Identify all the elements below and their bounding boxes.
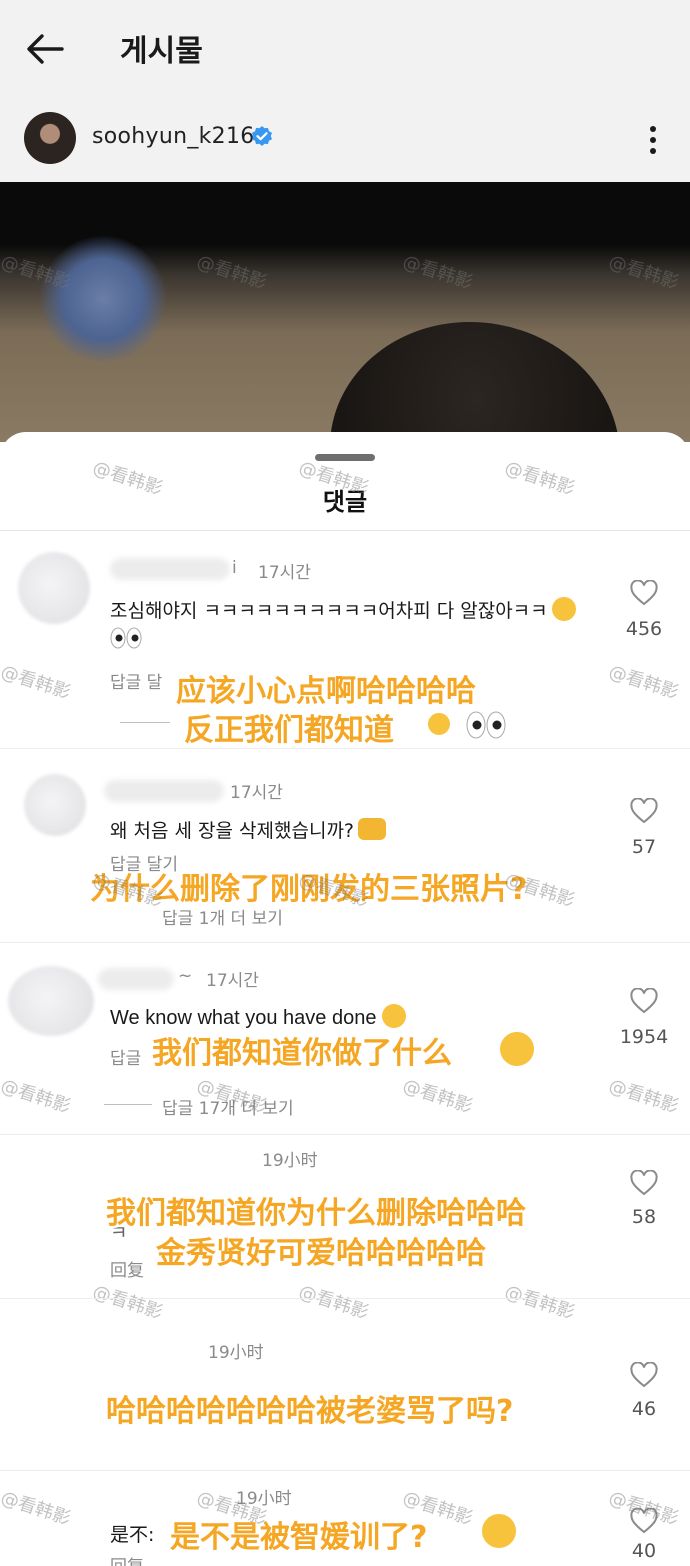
comment-name-fragment: i <box>232 558 237 578</box>
heart-icon[interactable] <box>630 798 658 824</box>
comment-text-line: 왜 처음 세 장을 삭제했습니까? <box>110 820 355 842</box>
tears-of-joy-emoji <box>498 1030 536 1068</box>
like-count: 46 <box>631 1398 657 1420</box>
person-silhouette <box>330 322 620 442</box>
translation-caption: 反正我们都知道 <box>184 713 394 748</box>
heart-icon[interactable] <box>630 1170 658 1196</box>
commenter-name-blurred <box>110 558 230 580</box>
eyes-emoji <box>466 710 506 744</box>
author-username[interactable]: soohyun_k216 <box>92 124 255 149</box>
heart-icon[interactable] <box>630 580 658 606</box>
more-vertical-icon <box>650 126 656 154</box>
reply-button[interactable]: 回复 <box>110 1552 144 1566</box>
translation-caption: 哈哈哈哈哈哈哈被老婆骂了吗? <box>106 1394 514 1429</box>
comment-text: 왜 처음 세 장을 삭제했습니까? <box>110 816 387 843</box>
commenter-name-blurred <box>104 780 224 802</box>
reply-button[interactable]: 回复 <box>110 1256 144 1281</box>
tears-of-joy-emoji <box>382 1004 407 1028</box>
like-count: 40 <box>631 1540 657 1562</box>
translation-caption: 我们都知道你做了什么 <box>152 1036 452 1071</box>
like-count: 1954 <box>619 1026 669 1048</box>
comment-text: 조심해야지 ㅋㅋㅋㅋㅋㅋㅋㅋㅋㅋ어차피 다 알잖아ㅋㅋ <box>110 596 576 623</box>
like-count: 456 <box>625 618 663 640</box>
comment-text-fragment: 是不: <box>110 1524 155 1546</box>
like-count: 58 <box>631 1206 657 1228</box>
divider <box>0 942 690 943</box>
comment-time: 19小时 <box>262 1151 318 1171</box>
verified-badge-icon <box>252 126 272 146</box>
like-count: 57 <box>631 836 657 858</box>
comment-text-line: 조심해야지 ㅋㅋㅋㅋㅋㅋㅋㅋㅋㅋ어차피 다 알잖아ㅋㅋ <box>110 600 548 622</box>
comment-time: 17시간 <box>206 971 259 991</box>
comment-time: 17시간 <box>230 783 283 803</box>
post-image[interactable] <box>0 182 690 442</box>
commenter-avatar[interactable] <box>24 774 86 836</box>
post-author-row: soohyun_k216 <box>0 108 690 170</box>
back-button[interactable] <box>22 24 72 74</box>
comment-text: We know what you have done <box>110 1004 407 1030</box>
reply-button[interactable]: 답글 <box>110 1044 141 1069</box>
replies-line <box>120 722 170 723</box>
divider <box>0 1470 690 1471</box>
laughing-emoji <box>426 711 452 737</box>
eyes-emoji <box>110 626 142 654</box>
commenter-name-blurred <box>98 968 174 990</box>
translation-caption: 金秀贤好可爱哈哈哈哈哈 <box>156 1236 486 1271</box>
page-title: 게시물 <box>120 34 203 69</box>
more-options-button[interactable] <box>640 120 666 160</box>
replies-line <box>104 1104 152 1105</box>
divider <box>0 530 690 531</box>
translation-caption: 是不是被智媛训了? <box>170 1520 428 1555</box>
heart-icon[interactable] <box>630 988 658 1014</box>
heart-icon[interactable] <box>630 1362 658 1388</box>
commenter-avatar[interactable] <box>8 966 94 1036</box>
app-header: 게시물 soohyun_k216 <box>0 0 690 182</box>
divider <box>0 748 690 749</box>
hand-over-mouth-emoji <box>480 1512 518 1550</box>
translation-caption: 应该小心点啊哈哈哈哈 <box>176 674 476 709</box>
reply-button[interactable]: 답글 달 <box>110 668 162 693</box>
commenter-avatar[interactable] <box>18 552 90 624</box>
comment-name-fragment: ~ <box>178 966 193 986</box>
comment-time: 17시간 <box>258 563 311 583</box>
comment-text-line: We know what you have done <box>110 1007 377 1029</box>
divider <box>0 1298 690 1299</box>
arrow-left-icon <box>27 34 64 64</box>
divider <box>0 1134 690 1135</box>
author-avatar[interactable] <box>24 112 76 164</box>
raised-hands-emoji <box>358 818 387 840</box>
comment-time: 19小时 <box>208 1343 264 1363</box>
stage-light <box>40 236 166 362</box>
translation-caption: 我们都知道你为什么删除哈哈哈 <box>106 1196 526 1231</box>
laughing-emoji <box>551 597 576 621</box>
